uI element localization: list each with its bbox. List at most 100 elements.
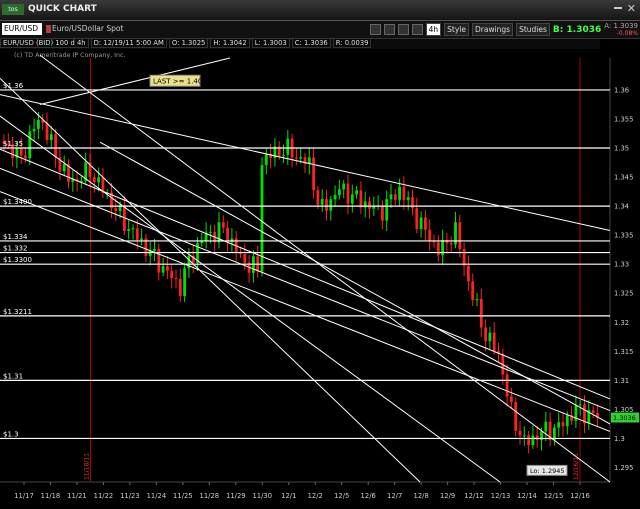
candle-body xyxy=(359,190,363,208)
candle-body xyxy=(406,197,410,201)
low-label: Lo: 1.2945 xyxy=(530,467,564,475)
candle-body xyxy=(333,194,337,200)
candle-body xyxy=(492,332,496,352)
candle-body xyxy=(282,154,285,156)
candle-body xyxy=(325,199,328,211)
candle-body xyxy=(320,199,324,205)
candle-body xyxy=(565,415,569,427)
price-level-label: $1.3400 xyxy=(3,198,32,206)
candle-body xyxy=(295,157,298,159)
candle-body xyxy=(479,298,483,328)
candle-body xyxy=(393,194,397,200)
candle-body xyxy=(398,186,401,200)
price-level-label: $1.3300 xyxy=(3,256,32,264)
y-tick-label: 1.36 xyxy=(614,86,629,94)
candle-body xyxy=(178,279,182,297)
x-tick-label: 12/12 xyxy=(464,492,484,500)
candle-body xyxy=(264,153,268,166)
y-tick-label: 1.355 xyxy=(614,115,633,123)
y-tick-label: 1.345 xyxy=(614,174,633,182)
candle-body xyxy=(140,238,143,240)
candle-body xyxy=(24,155,27,159)
candle-body xyxy=(239,253,242,255)
candle-body xyxy=(535,435,539,441)
trendline xyxy=(0,191,611,432)
candle-body xyxy=(436,242,440,256)
candle-body xyxy=(221,222,225,228)
y-tick-label: 1.31 xyxy=(614,377,629,385)
candle-body xyxy=(428,229,432,242)
candle-body xyxy=(368,201,371,209)
trendline xyxy=(0,77,421,483)
candle-body xyxy=(153,248,156,251)
candle-body xyxy=(209,231,212,233)
candle-body xyxy=(514,402,518,431)
candle-body xyxy=(467,265,470,282)
last-price-label: 1.3036 xyxy=(613,414,636,422)
candle-body xyxy=(385,199,389,221)
x-tick-label: 12/16 xyxy=(570,492,590,500)
candle-body xyxy=(424,217,427,230)
candle-body xyxy=(299,157,303,159)
candle-body xyxy=(518,430,522,436)
candle-body xyxy=(174,278,178,280)
x-tick-label: 12/8 xyxy=(414,492,429,500)
candle-body xyxy=(522,435,526,437)
price-chart[interactable]: 1.36 1.355 1.35 1.345 1.34 1.335 1.33 1.325 1.32… xyxy=(0,0,640,509)
price-level-label: $1.31 xyxy=(3,372,23,380)
candle-body xyxy=(286,138,290,155)
price-level-label: $1.334 xyxy=(3,233,28,241)
candle-body xyxy=(415,208,419,230)
x-tick-label: 12/1 xyxy=(281,492,296,500)
x-tick-label: 12/15 xyxy=(544,492,564,500)
candle-body xyxy=(475,298,479,301)
y-tick-label: 1.32 xyxy=(614,319,629,327)
candle-body xyxy=(338,189,341,195)
candle-body xyxy=(591,410,595,414)
x-tick-label: 12/14 xyxy=(517,492,537,500)
candle-body xyxy=(484,327,487,342)
candle-body xyxy=(62,164,66,172)
x-tick-label: 11/29 xyxy=(226,492,246,500)
trendline xyxy=(0,148,611,400)
trendline xyxy=(0,167,611,412)
candle-body xyxy=(37,119,40,129)
candle-body xyxy=(544,421,548,432)
candle-body xyxy=(131,228,135,230)
x-tick-label: 11/18 xyxy=(41,492,61,500)
candle-body xyxy=(114,208,118,211)
candle-body xyxy=(527,435,530,446)
candle-body xyxy=(45,122,49,141)
candle-body xyxy=(557,422,561,428)
candle-body xyxy=(32,128,36,132)
candle-body xyxy=(49,134,53,141)
y-tick-label: 1.335 xyxy=(614,232,633,240)
y-tick-label: 1.33 xyxy=(614,261,629,269)
candle-body xyxy=(346,183,350,204)
candle-body xyxy=(92,177,96,183)
candle-body xyxy=(243,254,247,263)
x-tick-label: 11/25 xyxy=(173,492,193,500)
y-tick-label: 1.325 xyxy=(614,290,633,298)
y-tick-label: 1.315 xyxy=(614,348,633,356)
candle-body xyxy=(510,396,513,403)
session-marker-label: 11/18/11 xyxy=(83,453,90,480)
price-level-label: $1.3211 xyxy=(3,308,32,316)
x-tick-label: 12/5 xyxy=(334,492,349,500)
candle-body xyxy=(355,190,358,195)
candle-body xyxy=(19,148,23,156)
candle-body xyxy=(316,190,320,205)
candle-body xyxy=(127,229,131,232)
alert-label: LAST >= 1.40 xyxy=(153,78,202,86)
candle-body xyxy=(161,266,165,273)
candle-body xyxy=(419,217,423,230)
y-tick-label: 1.35 xyxy=(614,145,629,153)
candle-body xyxy=(561,422,565,427)
candle-body xyxy=(578,404,582,406)
x-tick-label: 11/30 xyxy=(252,492,272,500)
x-tick-label: 11/17 xyxy=(14,492,34,500)
trendline xyxy=(39,54,611,483)
x-tick-label: 11/21 xyxy=(67,492,87,500)
candle-body xyxy=(471,281,475,301)
x-tick-label: 11/28 xyxy=(200,492,220,500)
